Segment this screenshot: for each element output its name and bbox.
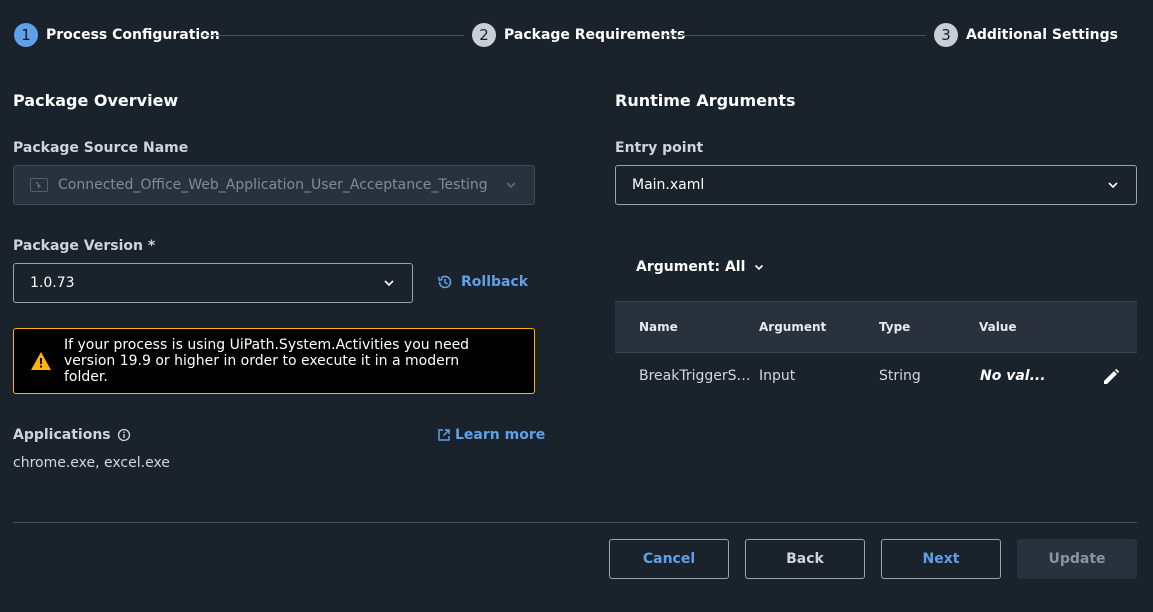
chevron-down-icon [506,182,516,189]
footer-divider [13,522,1137,523]
column-name[interactable]: Name [639,320,678,334]
argument-filter-label: Argument: All [636,259,746,275]
entry-point-value: Main.xaml [632,177,705,193]
warning-banner: If your process is using UiPath.System.A… [13,328,535,394]
package-source-label: Package Source Name [13,140,189,156]
back-button[interactable]: Back [745,539,865,579]
learn-more-link[interactable]: Learn more [437,427,545,443]
step-process-configuration[interactable]: 1 Process Configuration [14,22,220,48]
cell-value: No val... [980,368,1046,384]
entry-point-label: Entry point [615,140,704,156]
cell-argument: Input [759,368,796,384]
step-connector [663,35,926,36]
step-number: 3 [934,23,958,47]
chevron-down-icon [1108,182,1118,189]
step-additional-settings[interactable]: 3 Additional Settings [934,22,1118,48]
step-label: Additional Settings [966,27,1118,43]
edit-icon[interactable] [1102,368,1120,386]
info-icon[interactable] [117,428,131,442]
learn-more-label: Learn more [455,427,546,443]
package-version-select[interactable]: 1.0.73 [13,263,413,303]
applications-value: chrome.exe, excel.exe [13,455,170,471]
cell-type: String [879,368,921,384]
rollback-label: Rollback [461,274,529,290]
rollback-link[interactable]: Rollback [437,274,528,290]
arguments-table-header: Name Argument Type Value [615,301,1137,353]
chevron-down-icon [384,280,394,287]
cell-name: BreakTriggerSco... [639,368,757,384]
package-icon [30,178,48,192]
step-package-requirements[interactable]: 2 Package Requirements [472,22,685,48]
external-link-icon [438,429,450,441]
package-version-value: 1.0.73 [30,275,75,291]
applications-header: Applications [13,427,131,443]
chevron-down-icon [755,264,764,271]
step-number: 2 [472,23,496,47]
applications-label: Applications [13,427,111,443]
warning-icon [31,352,51,370]
column-type[interactable]: Type [879,320,910,334]
step-label: Process Configuration [46,27,220,43]
argument-filter[interactable]: Argument: All [636,259,765,275]
history-icon [437,275,452,289]
step-label: Package Requirements [504,27,686,43]
package-source-value: Connected_Office_Web_Application_User_Ac… [58,177,488,193]
package-version-label: Package Version * [13,238,156,254]
column-value[interactable]: Value [979,320,1017,334]
step-number: 1 [14,23,38,47]
runtime-arguments-title: Runtime Arguments [615,91,796,110]
step-connector [202,35,464,36]
entry-point-select[interactable]: Main.xaml [615,165,1137,205]
package-source-select: Connected_Office_Web_Application_User_Ac… [13,165,535,205]
warning-text: If your process is using UiPath.System.A… [64,337,470,385]
column-argument[interactable]: Argument [759,320,826,334]
update-button[interactable]: Update [1017,539,1137,579]
next-button[interactable]: Next [881,539,1001,579]
cancel-button[interactable]: Cancel [609,539,729,579]
package-overview-title: Package Overview [13,91,179,110]
